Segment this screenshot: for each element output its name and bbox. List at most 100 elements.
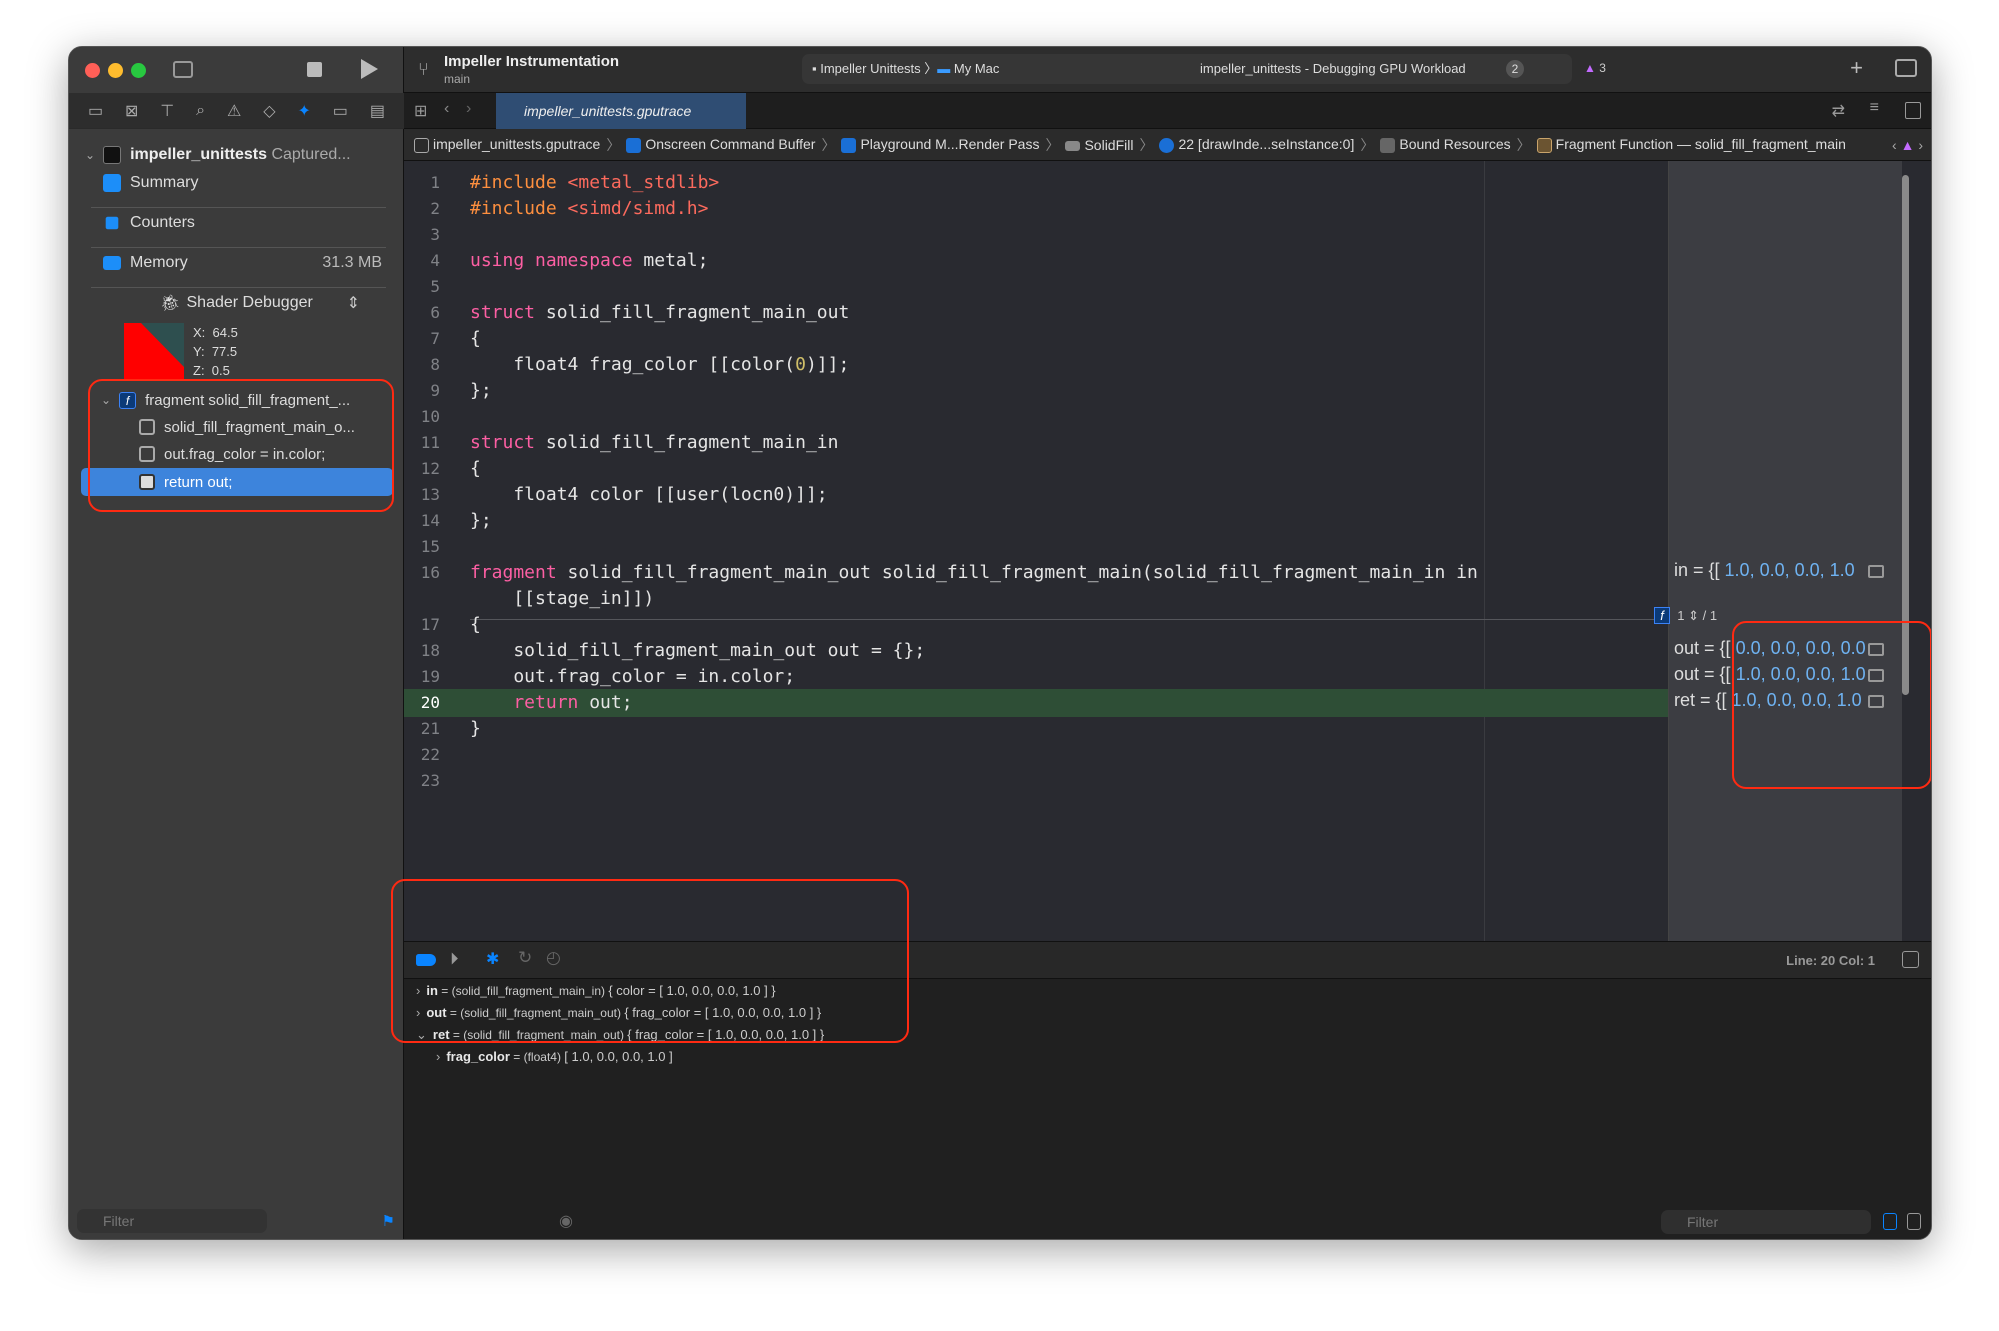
breadcrumb-item[interactable]: Playground M...Render Pass: [841, 136, 1039, 153]
zoom-button[interactable]: [131, 63, 146, 78]
breadcrumb-item[interactable]: Bound Resources: [1380, 136, 1511, 153]
console-toggle-icon[interactable]: [1902, 951, 1919, 968]
code-line[interactable]: 13 float4 color [[user(locn0)]];: [404, 481, 1668, 509]
code-line[interactable]: 6 struct solid_fill_fragment_main_out: [404, 299, 1668, 327]
warnings-indicator[interactable]: ▲ 3: [1584, 61, 1606, 75]
code-token: solid_fill_fragment_main_out out = {};: [470, 640, 926, 661]
variable-name: frag_color: [446, 1049, 510, 1064]
chevron-updown-icon[interactable]: ⇕: [347, 293, 360, 313]
code-line[interactable]: 19 out.frag_color = in.color;: [404, 663, 1668, 691]
code-text: solid_fill_fragment_main_out out = {};: [470, 637, 925, 665]
destination-name[interactable]: My Mac: [954, 61, 1000, 76]
code-token: {: [470, 328, 481, 349]
shader-debugger-selector[interactable]: 🐞︎ Shader Debugger ⇕: [69, 289, 404, 317]
code-line[interactable]: 16 fragment solid_fill_fragment_main_out …: [404, 559, 1668, 587]
forward-icon[interactable]: ›: [466, 100, 471, 118]
code-line[interactable]: 18 solid_fill_fragment_main_out out = {}…: [404, 637, 1668, 665]
code-line[interactable]: 8 float4 frag_color [[color(0)]];: [404, 351, 1668, 379]
activity-badge[interactable]: 2: [1506, 60, 1524, 78]
close-button[interactable]: [85, 63, 100, 78]
add-editor-icon[interactable]: [1905, 102, 1921, 119]
sidebar-item-memory[interactable]: Memory 31.3 MB: [69, 249, 404, 277]
code-line[interactable]: 5: [404, 273, 1668, 301]
test-icon[interactable]: ◇: [263, 101, 275, 121]
sidebar-item-counters[interactable]: Counters: [69, 209, 404, 237]
variable-annotation[interactable]: in = {[ 1.0, 0.0, 0.0, 1.0: [1674, 560, 1894, 586]
code-line[interactable]: 7{: [404, 325, 1668, 353]
code-token: #include: [470, 198, 568, 219]
navigator-tabs: ▭ ⊠ ⊤ ⌕ ⚠ ◇ ✦ ▭ ▤: [69, 93, 404, 129]
source-control-icon[interactable]: ⊠: [125, 101, 138, 121]
variable-value: [ 1.0, 0.0, 0.0, 1.0 ]: [564, 1049, 673, 1064]
report-icon[interactable]: ▤: [370, 101, 385, 121]
breadcrumb-label: Onscreen Command Buffer: [645, 136, 816, 153]
code-line[interactable]: 23: [404, 767, 1668, 795]
add-icon[interactable]: +: [1850, 55, 1863, 81]
capture-root[interactable]: ⌄ impeller_unittests Captured...: [69, 141, 404, 169]
tab-gputrace[interactable]: impeller_unittests.gputrace: [496, 93, 746, 129]
code-line[interactable]: 1 #include <metal_stdlib>: [404, 169, 1668, 197]
search-icon[interactable]: ⌕: [196, 102, 205, 120]
back-icon[interactable]: ‹: [444, 100, 449, 118]
code-line[interactable]: 14};: [404, 507, 1668, 535]
console-view-toggle-icon[interactable]: [1907, 1213, 1921, 1230]
variable-row[interactable]: › frag_color = (float4) [ 1.0, 0.0, 0.0, …: [436, 1049, 673, 1064]
breadcrumb-item[interactable]: 22 [drawInde...seInstance:0]: [1159, 136, 1354, 153]
scrollbar[interactable]: [1902, 175, 1909, 695]
variables-view-toggle-icon[interactable]: [1883, 1213, 1897, 1230]
breadcrumb-item[interactable]: Onscreen Command Buffer: [626, 136, 815, 153]
breadcrumb-label: Bound Resources: [1399, 136, 1511, 153]
run-icon[interactable]: [361, 59, 378, 79]
line-number: 23: [420, 771, 440, 790]
quicklook-icon[interactable]: [1868, 565, 1884, 578]
code-line[interactable]: 2 #include <simd/simd.h>: [404, 195, 1668, 223]
breadcrumb-item[interactable]: SolidFill: [1065, 137, 1133, 153]
render-pass-icon: [841, 137, 857, 153]
code-text: struct solid_fill_fragment_main_in: [470, 429, 838, 457]
scheme-selector[interactable]: ▪ Impeller Unittests: [812, 61, 921, 76]
code-line[interactable]: 9};: [404, 377, 1668, 405]
hierarchy-icon[interactable]: ⊤: [160, 101, 174, 121]
code-line[interactable]: 11 struct solid_fill_fragment_main_in: [404, 429, 1668, 457]
code-line[interactable]: 21}: [404, 715, 1668, 743]
project-title: Impeller Instrumentation: [444, 53, 620, 70]
line-number: 6: [430, 303, 440, 322]
code-line[interactable]: 17 {: [404, 611, 1668, 639]
annotation-name: ret = {[: [1674, 690, 1727, 710]
debug-navigator-icon[interactable]: ✦: [297, 101, 310, 121]
stop-icon[interactable]: [307, 62, 322, 77]
folder-icon[interactable]: ▭: [88, 101, 103, 121]
code-line[interactable]: 4 using namespace metal;: [404, 247, 1668, 275]
minimize-button[interactable]: [108, 63, 123, 78]
source-editor[interactable]: f 1 ⇕ / 1 1 #include <metal_stdlib> 2 #incl…: [404, 161, 1931, 941]
grid-icon[interactable]: ⊞: [414, 101, 427, 121]
inspector-toggle-icon[interactable]: [1895, 59, 1917, 77]
breakpoint-icon[interactable]: ▭: [333, 101, 348, 121]
code-line[interactable]: 10: [404, 403, 1668, 431]
chevron-down-icon[interactable]: ⌄: [85, 148, 95, 162]
code-line[interactable]: 15: [404, 533, 1668, 561]
console-filter-input[interactable]: Filter: [1661, 1210, 1871, 1234]
breadcrumb-item[interactable]: Fragment Function — solid_fill_fragment_…: [1536, 136, 1846, 153]
code-line[interactable]: 3: [404, 221, 1668, 249]
branch-icon: ⑂: [418, 59, 429, 79]
breadcrumb-item[interactable]: impeller_unittests.gputrace: [414, 136, 600, 153]
divider: [91, 247, 386, 248]
code-line[interactable]: 12 {: [404, 455, 1668, 483]
swap-icon[interactable]: ⇄: [1832, 101, 1845, 121]
chevron-right-icon[interactable]: ›: [436, 1049, 440, 1064]
sidebar-item-summary[interactable]: Summary: [69, 169, 404, 197]
sidebar-toggle-icon[interactable]: [173, 61, 193, 78]
code-token: out;: [589, 692, 633, 713]
eye-icon[interactable]: ◉: [559, 1211, 573, 1231]
memory-icon: [103, 256, 121, 270]
code-line[interactable]: [[stage_in]]): [404, 585, 1668, 613]
sidebar-filter-input[interactable]: Filter: [77, 1209, 267, 1233]
warning-icon[interactable]: ⚠: [227, 101, 241, 121]
code-line[interactable]: 22: [404, 741, 1668, 769]
issue-navigation[interactable]: ‹ ▲ ›: [1892, 137, 1923, 153]
flag-icon[interactable]: ⚑: [382, 1212, 395, 1230]
lines-icon[interactable]: ≡: [1870, 99, 1879, 117]
code-line-current[interactable]: 20 return out;: [404, 689, 1668, 717]
code-text: fragment solid_fill_fragment_main_out so…: [470, 559, 1478, 587]
